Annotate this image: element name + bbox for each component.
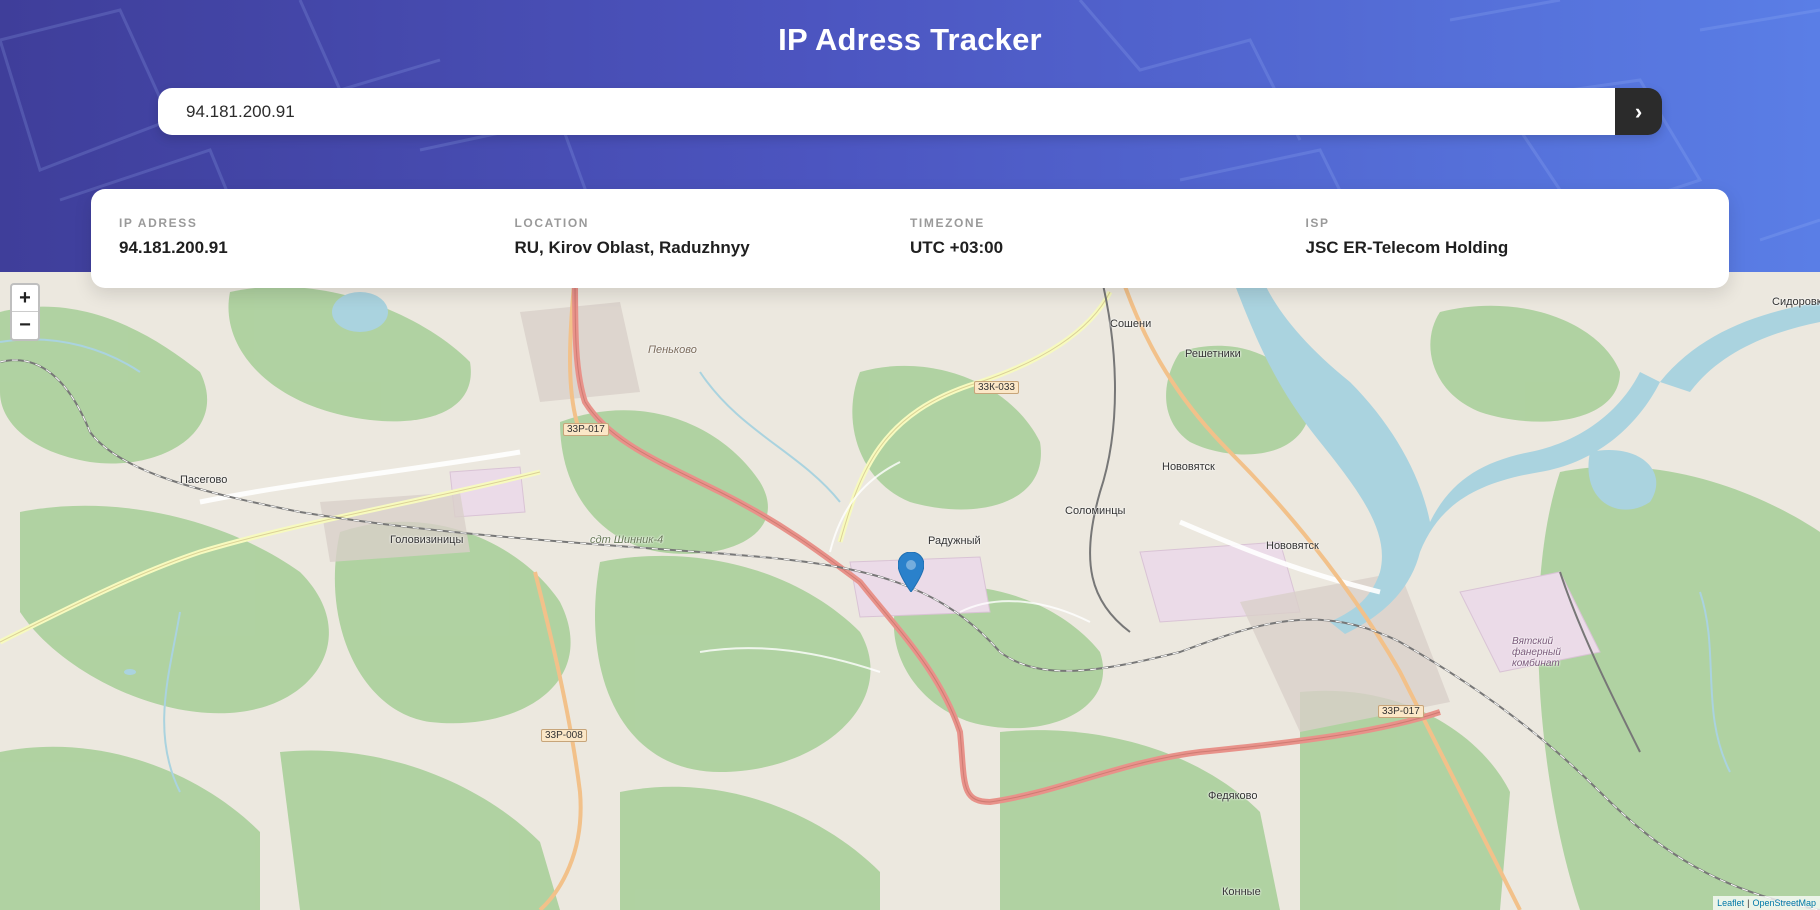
leaflet-link[interactable]: Leaflet xyxy=(1717,898,1744,908)
road-shield: 33К-033 xyxy=(974,381,1019,394)
zoom-in-button[interactable]: + xyxy=(12,285,38,312)
page-title: IP Adress Tracker xyxy=(778,22,1042,57)
ip-info-card: IP ADRESS 94.181.200.91 LOCATION RU, Kir… xyxy=(91,189,1729,288)
place-label: Пасегово xyxy=(180,474,228,486)
info-location: LOCATION RU, Kirov Oblast, Raduzhnyy xyxy=(515,189,911,288)
place-label: Соломинцы xyxy=(1065,505,1126,517)
info-label: ISP xyxy=(1305,216,1330,230)
place-label: Сошени xyxy=(1110,318,1152,330)
place-label: Радужный xyxy=(928,535,981,547)
map-pin-icon[interactable] xyxy=(898,552,924,592)
place-label: Конные xyxy=(1222,886,1261,898)
search-bar: › xyxy=(158,88,1662,135)
place-label: Сидоровка xyxy=(1772,296,1820,308)
info-label: LOCATION xyxy=(514,216,590,230)
search-submit-button[interactable]: › xyxy=(1615,88,1662,135)
road-shield: 33Р-017 xyxy=(1378,705,1424,718)
info-value: UTC +03:00 xyxy=(910,238,1004,257)
info-timezone: TIMEZONE UTC +03:00 xyxy=(910,189,1306,288)
zoom-out-button[interactable]: − xyxy=(12,312,38,339)
place-label: Решетники xyxy=(1185,348,1241,360)
info-isp: ISP JSC ER-Telecom Holding xyxy=(1306,189,1702,288)
map-attribution: Leaflet | OpenStreetMap xyxy=(1713,896,1820,910)
ip-search-input[interactable] xyxy=(158,88,1615,135)
info-value: 94.181.200.91 xyxy=(119,238,228,257)
info-label: TIMEZONE xyxy=(910,216,985,230)
info-label: IP ADRESS xyxy=(119,216,198,230)
place-label: Нововятск xyxy=(1162,461,1215,473)
osm-link[interactable]: OpenStreetMap xyxy=(1752,898,1816,908)
place-label: Вятский фанерный комбинат xyxy=(1512,636,1561,669)
place-label: сдт Шинник-4 xyxy=(590,534,664,546)
chevron-right-icon: › xyxy=(1634,98,1643,124)
place-label: Федяково xyxy=(1208,790,1258,802)
road-shield: 33Р-008 xyxy=(541,729,587,742)
info-ip-address: IP ADRESS 94.181.200.91 xyxy=(119,189,515,288)
info-value: JSC ER-Telecom Holding xyxy=(1305,238,1509,257)
place-label: Нововятск xyxy=(1266,540,1319,552)
zoom-control: + − xyxy=(10,283,40,341)
road-shield: 33Р-017 xyxy=(563,423,609,436)
place-label: Пеньково xyxy=(648,344,697,356)
info-value: RU, Kirov Oblast, Raduzhnyy xyxy=(514,238,750,257)
place-label: Головизиницы xyxy=(390,534,464,546)
attribution-separator: | xyxy=(1747,898,1750,908)
